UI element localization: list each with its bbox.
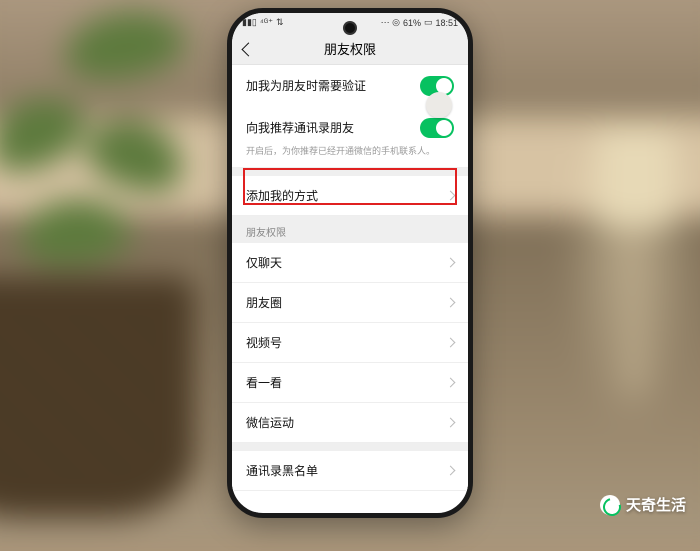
phone-frame: ▮▮▯ ⁴ᴳ⁺ ⇅ ⋯ ◎ 61% ▭ 18:51 朋友权限 加我为朋友时需要验… [227, 8, 473, 518]
row-chat-only-label: 仅聊天 [246, 254, 282, 271]
row-add-way[interactable]: 添加我的方式 [232, 176, 468, 216]
screen: ▮▮▯ ⁴ᴳ⁺ ⇅ ⋯ ◎ 61% ▭ 18:51 朋友权限 加我为朋友时需要验… [232, 13, 468, 513]
nav-bar: 朋友权限 [232, 33, 468, 65]
settings-list: 加我为朋友时需要验证 向我推荐通讯录朋友 开启后，为你推荐已经开通微信的手机联系… [232, 65, 468, 491]
page-title: 朋友权限 [324, 39, 376, 58]
watermark-text: 天奇生活 [626, 494, 686, 515]
row-blacklist-label: 通讯录黑名单 [246, 462, 318, 479]
battery-pct: 61% [403, 18, 421, 28]
row-moments[interactable]: 朋友圈 [232, 283, 468, 323]
section-gap [232, 443, 468, 451]
chevron-right-icon [446, 465, 456, 475]
row-werun[interactable]: 微信运动 [232, 403, 468, 443]
network-icon: ⁴ᴳ⁺ [260, 17, 273, 28]
watermark: 天奇生活 [600, 494, 686, 515]
row-channels[interactable]: 视频号 [232, 323, 468, 363]
row-add-way-label: 添加我的方式 [246, 187, 318, 204]
signal-icon: ▮▮▯ [242, 17, 257, 28]
row-topstories[interactable]: 看一看 [232, 363, 468, 403]
chevron-right-icon [446, 337, 456, 347]
watermark-icon [600, 495, 620, 515]
back-icon[interactable] [241, 42, 255, 56]
chevron-right-icon [446, 190, 456, 200]
sys-icons: ⋯ ◎ [381, 17, 400, 28]
chevron-right-icon [446, 377, 456, 387]
clock: 18:51 [435, 18, 458, 28]
data-icon: ⇅ [276, 17, 284, 28]
row-topstories-label: 看一看 [246, 374, 282, 391]
toggle-halo-decor [426, 92, 452, 118]
toggle-recommend[interactable] [420, 118, 454, 138]
row-verify-label: 加我为朋友时需要验证 [246, 77, 366, 94]
chevron-right-icon [446, 257, 456, 267]
section-gap [232, 168, 468, 176]
chevron-right-icon [446, 417, 456, 427]
section-header-perm: 朋友权限 [232, 216, 468, 243]
row-recommend-desc: 开启后，为你推荐已经开通微信的手机联系人。 [232, 142, 468, 168]
row-blacklist[interactable]: 通讯录黑名单 [232, 451, 468, 491]
row-recommend-label: 向我推荐通讯录朋友 [246, 119, 354, 136]
chevron-right-icon [446, 297, 456, 307]
status-bar: ▮▮▯ ⁴ᴳ⁺ ⇅ ⋯ ◎ 61% ▭ 18:51 [232, 13, 468, 33]
battery-icon: ▭ [424, 17, 433, 28]
row-chat-only[interactable]: 仅聊天 [232, 243, 468, 283]
row-channels-label: 视频号 [246, 334, 282, 351]
row-werun-label: 微信运动 [246, 414, 294, 431]
row-moments-label: 朋友圈 [246, 294, 282, 311]
